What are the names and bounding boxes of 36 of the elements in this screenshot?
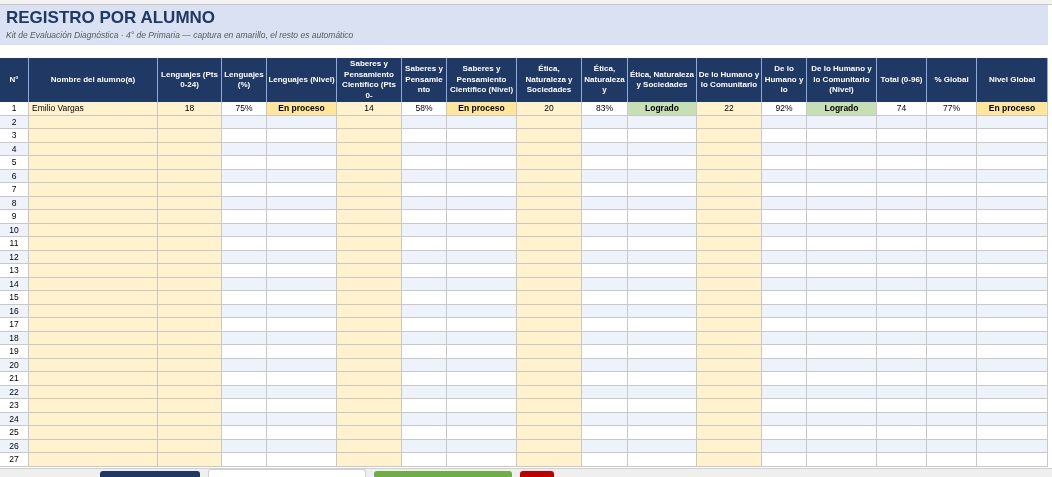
row-number: 15 (0, 291, 29, 305)
row-number: 11 (0, 237, 29, 251)
table-cell: 75% (222, 102, 267, 116)
row-number: 21 (0, 372, 29, 386)
table-cell: 92% (762, 102, 807, 116)
sheet-title: REGISTRO POR ALUMNO (6, 8, 217, 28)
table-cell: En proceso (447, 102, 517, 116)
table-cell: 74 (877, 102, 927, 116)
table-cell: Logrado (628, 102, 697, 116)
row-number: 5 (0, 156, 29, 170)
row-number: 23 (0, 399, 29, 413)
table-cell: 77% (927, 102, 977, 116)
sheet-subtitle: Kit de Evaluación Diagnóstica · 4° de Primaria — captura en amarillo, el resto es automático (6, 29, 355, 42)
table-cell: En proceso (267, 102, 337, 116)
sheet-tab[interactable] (100, 471, 200, 477)
row-number: 1 (0, 102, 29, 116)
table-cell: 14 (337, 102, 402, 116)
row-number: 27 (0, 453, 29, 467)
table-cell: 83% (582, 102, 628, 116)
sheet-tab[interactable] (374, 471, 512, 477)
row-number: 19 (0, 345, 29, 359)
row-number: 9 (0, 210, 29, 224)
sheet-tab[interactable] (520, 471, 554, 477)
sheet-tab[interactable] (208, 469, 366, 477)
row-number: 25 (0, 426, 29, 440)
table-cell: 20 (517, 102, 582, 116)
table-cell: 18 (158, 102, 222, 116)
row-number: 13 (0, 264, 29, 278)
row-number: 7 (0, 183, 29, 197)
row-number: 17 (0, 318, 29, 332)
table-cell: 22 (697, 102, 762, 116)
table-cell: 58% (402, 102, 447, 116)
table-cell: En proceso (977, 102, 1048, 116)
table-cell: Emilio Vargas (29, 102, 158, 116)
table-cell: Logrado (807, 102, 877, 116)
row-number: 3 (0, 129, 29, 143)
